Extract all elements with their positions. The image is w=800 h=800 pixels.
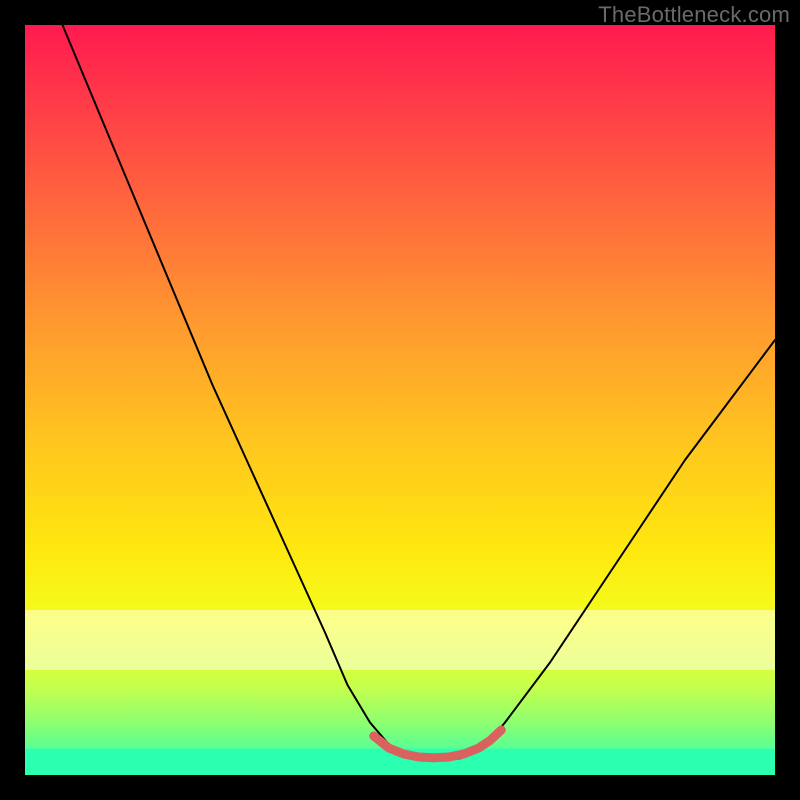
bottleneck-curve	[63, 25, 776, 760]
curves-layer	[25, 25, 775, 775]
outer-frame: TheBottleneck.com	[0, 0, 800, 800]
plot-area	[25, 25, 775, 775]
watermark-text: TheBottleneck.com	[598, 2, 790, 28]
highlight-segment	[374, 730, 502, 758]
